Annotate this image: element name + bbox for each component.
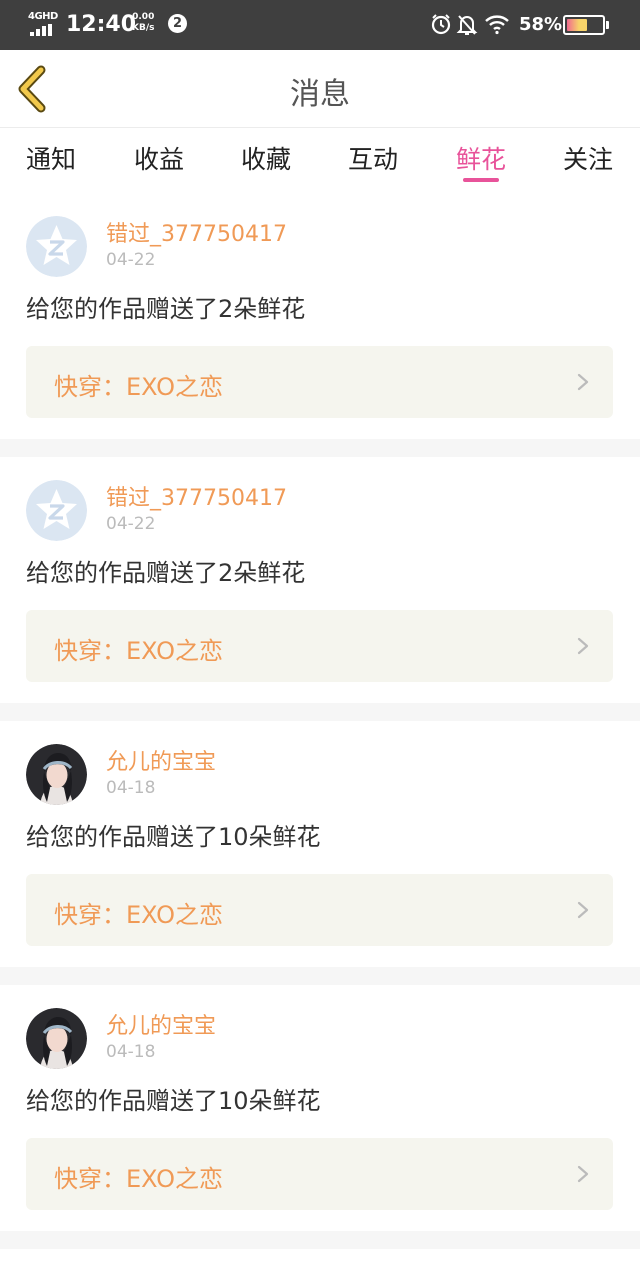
battery-percent: 58%	[519, 14, 563, 35]
book-title: 快穿：EXO之恋	[54, 901, 223, 929]
message-date: 04-22	[106, 250, 156, 270]
book-link[interactable]: 快穿：EXO之恋	[26, 874, 613, 946]
tab-favorites[interactable]: 收藏	[241, 140, 291, 176]
sender-name[interactable]: 允儿的宝宝	[106, 744, 216, 776]
card-divider	[0, 439, 640, 457]
message-date: 04-22	[106, 514, 156, 534]
message-text: 给您的作品赠送了10朵鲜花	[26, 823, 321, 851]
sender-name[interactable]: 错过_377750417	[106, 480, 287, 512]
book-link[interactable]: 快穿：EXO之恋	[26, 610, 613, 682]
active-tab-indicator	[463, 178, 499, 182]
network-type: 4GHD	[28, 11, 58, 22]
default-avatar-icon	[26, 480, 87, 541]
wifi-icon	[485, 15, 509, 35]
avatar[interactable]	[26, 744, 87, 805]
battery-fill	[567, 19, 587, 31]
book-link[interactable]: 快穿：EXO之恋	[26, 346, 613, 418]
chevron-right-icon	[577, 373, 589, 391]
message-card: 允儿的宝宝 04-18 给您的作品赠送了10朵鲜花 快穿：EXO之恋	[0, 985, 640, 1232]
notification-count-badge: 2	[168, 14, 187, 33]
book-link[interactable]: 快穿：EXO之恋	[26, 1138, 613, 1210]
avatar[interactable]	[26, 480, 87, 541]
tab-earnings[interactable]: 收益	[134, 140, 184, 176]
tab-interactions[interactable]: 互动	[348, 140, 398, 176]
status-bar: 4GHD 12:40 0.00 KB/s 2 58%	[0, 0, 640, 50]
card-divider	[0, 967, 640, 985]
avatar[interactable]	[26, 1008, 87, 1069]
card-divider	[0, 703, 640, 721]
signal-icon	[30, 24, 52, 36]
chevron-right-icon	[577, 901, 589, 919]
avatar[interactable]	[26, 216, 87, 277]
photo-avatar	[26, 1008, 87, 1069]
message-card: 允儿的宝宝 04-18 给您的作品赠送了10朵鲜花 快穿：EXO之恋	[0, 721, 640, 968]
tab-following[interactable]: 关注	[563, 140, 613, 176]
message-card: 错过_377750417 04-22 给您的作品赠送了2朵鲜花 快穿：EXO之恋	[0, 193, 640, 440]
default-avatar-icon	[26, 216, 87, 277]
alarm-icon	[431, 14, 451, 35]
message-text: 给您的作品赠送了10朵鲜花	[26, 1087, 321, 1115]
clock-time: 12:40	[66, 12, 137, 37]
battery-tip	[606, 21, 609, 29]
bell-muted-icon	[456, 15, 478, 35]
sender-name[interactable]: 允儿的宝宝	[106, 1008, 216, 1040]
sender-name[interactable]: 错过_377750417	[106, 216, 287, 248]
tab-flowers[interactable]: 鲜花	[456, 140, 506, 176]
photo-avatar	[26, 744, 87, 805]
message-card: 错过_377750417 04-22 给您的作品赠送了2朵鲜花 快穿：EXO之恋	[0, 457, 640, 704]
page-title: 消息	[290, 77, 350, 112]
tab-notifications[interactable]: 通知	[26, 140, 76, 176]
network-speed: 0.00 KB/s	[132, 12, 154, 34]
message-text: 给您的作品赠送了2朵鲜花	[26, 559, 306, 587]
speed-unit: KB/s	[132, 23, 155, 33]
book-title: 快穿：EXO之恋	[54, 637, 223, 665]
speed-value: 0.00	[132, 12, 155, 22]
message-text: 给您的作品赠送了2朵鲜花	[26, 295, 306, 323]
chevron-right-icon	[577, 637, 589, 655]
header: 消息	[0, 50, 640, 128]
book-title: 快穿：EXO之恋	[54, 1165, 223, 1193]
message-date: 04-18	[106, 1042, 156, 1062]
card-divider	[0, 1231, 640, 1249]
book-title: 快穿：EXO之恋	[54, 373, 223, 401]
message-date: 04-18	[106, 778, 156, 798]
chevron-right-icon	[577, 1165, 589, 1183]
battery-icon	[563, 15, 605, 35]
tab-bar: 通知 收益 收藏 互动 鲜花 关注	[0, 128, 640, 188]
